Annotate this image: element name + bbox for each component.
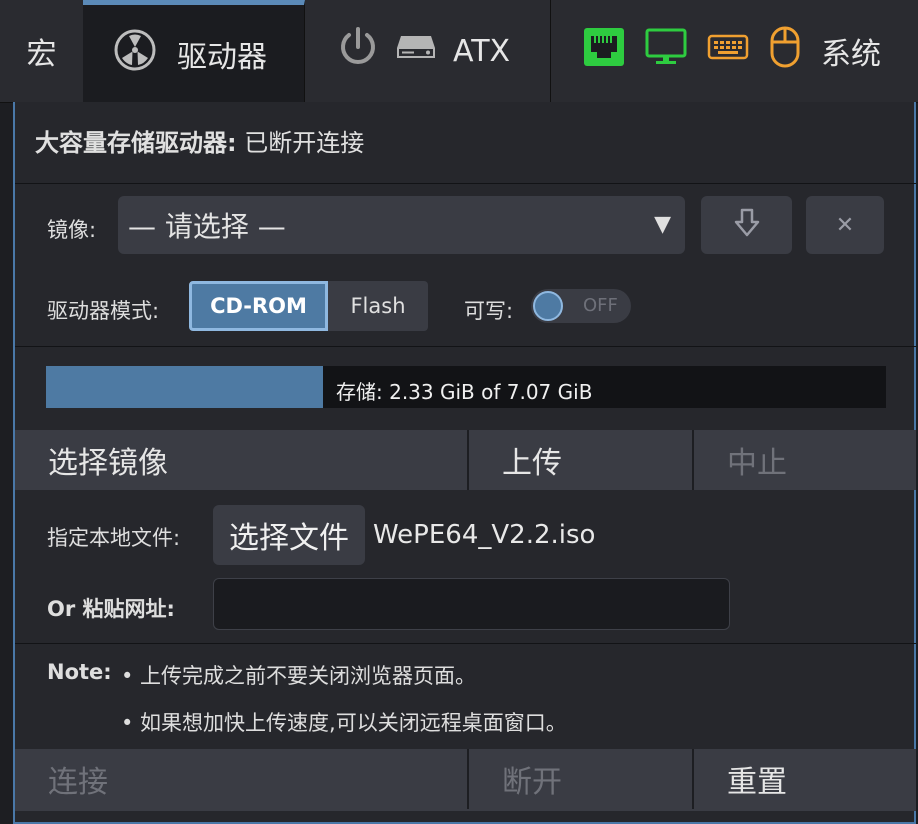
divider <box>15 643 916 644</box>
drive-status-value: 已断开连接 <box>244 129 365 157</box>
menu-macro-label: 宏 <box>26 37 57 72</box>
menu-atx-label: ATX <box>453 33 511 69</box>
menu-system[interactable]: 系统 <box>551 0 918 102</box>
mode-flash-button[interactable]: Flash <box>328 281 428 331</box>
connect-button[interactable]: 连接 <box>15 749 467 809</box>
choose-file-button[interactable]: 选择文件 <box>213 505 365 565</box>
network-icon <box>583 27 625 75</box>
url-input[interactable] <box>213 578 730 630</box>
divider <box>15 183 916 184</box>
drive-status-title: 大容量存储驱动器: 已断开连接 <box>35 123 364 158</box>
storage-text: 存储: 2.33 GiB of 7.07 GiB <box>336 380 593 404</box>
writable-label: 可写: <box>464 299 514 323</box>
file-name: WePE64_V2.2.iso <box>373 520 596 550</box>
drive-mode-switch: CD-ROM Flash <box>189 281 428 331</box>
divider <box>15 346 916 347</box>
upload-tabs: 选择镜像 上传 中止 <box>15 430 916 490</box>
image-label: 镜像: <box>47 218 97 242</box>
toggle-state: OFF <box>583 295 618 316</box>
image-select-value: — 请选择 — <box>128 210 286 243</box>
drive-actions: 连接 断开 重置 <box>15 749 916 811</box>
download-icon <box>734 208 760 242</box>
url-label-text: Or 粘贴网址: <box>47 597 175 621</box>
disconnect-button[interactable]: 断开 <box>467 749 692 809</box>
remove-image-button[interactable]: ✕ <box>806 196 884 254</box>
mouse-icon <box>769 26 801 76</box>
hdd-icon <box>395 32 437 70</box>
menu-bar: 宏 驱动器 ATX 系统 <box>0 0 918 103</box>
chevron-down-icon: ▼ <box>654 212 671 237</box>
menu-drive[interactable]: 驱动器 <box>83 0 305 102</box>
menu-drive-label: 驱动器 <box>177 39 267 75</box>
tab-abort[interactable]: 中止 <box>692 430 916 490</box>
tab-upload[interactable]: 上传 <box>467 430 692 490</box>
close-icon: ✕ <box>835 212 855 238</box>
local-file-label: 指定本地文件: <box>47 526 181 550</box>
fan-icon <box>113 28 157 80</box>
menu-atx[interactable]: ATX <box>305 0 551 102</box>
power-icon <box>337 25 379 77</box>
menu-system-label: 系统 <box>821 37 881 72</box>
toggle-knob <box>533 291 563 321</box>
note-2: • 如果想加快上传速度,可以关闭远程桌面窗口。 <box>121 711 567 735</box>
mode-cdrom-button[interactable]: CD-ROM <box>189 281 328 331</box>
tab-select-image[interactable]: 选择镜像 <box>15 430 467 490</box>
image-select[interactable]: — 请选择 — ▼ <box>118 196 685 254</box>
drive-mode-label: 驱动器模式: <box>47 295 159 325</box>
drive-status-label: 大容量存储驱动器: <box>35 129 237 157</box>
storage-progress-fill <box>46 366 324 408</box>
url-label: Or 粘贴网址: <box>47 593 175 623</box>
keyboard-icon <box>707 32 749 70</box>
reset-button[interactable]: 重置 <box>692 749 916 809</box>
note-1: • 上传完成之前不要关闭浏览器页面。 <box>121 664 477 688</box>
monitor-icon <box>645 27 687 75</box>
writable-toggle[interactable]: OFF <box>531 289 631 323</box>
note-label: Note: <box>47 660 112 684</box>
storage-progress: 存储: 2.33 GiB of 7.07 GiB <box>46 366 886 408</box>
download-image-button[interactable] <box>701 196 792 254</box>
menu-macro[interactable]: 宏 <box>0 0 84 102</box>
drive-mode-label-text: 驱动器模式: <box>47 299 160 323</box>
